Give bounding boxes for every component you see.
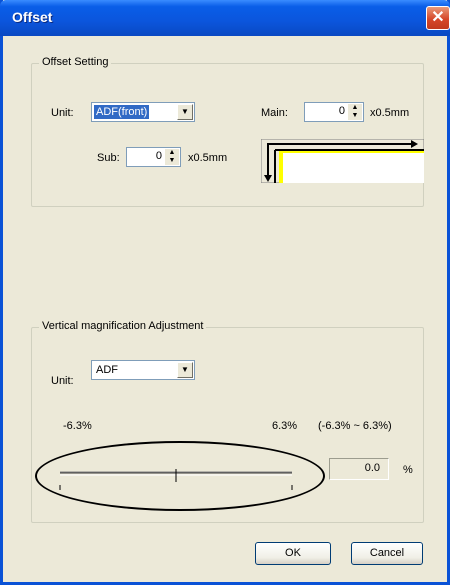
chevron-down-icon[interactable]: ▼ [177, 104, 193, 120]
close-button[interactable]: ✕ [426, 6, 450, 30]
magnification-value-field[interactable]: 0.0 [329, 458, 389, 480]
sub-label: Sub: [97, 152, 120, 164]
magnification-slider[interactable] [57, 463, 295, 497]
chevron-down-icon[interactable]: ▼ [177, 362, 193, 378]
offset-diagram [261, 139, 424, 183]
ok-button[interactable]: OK [255, 542, 331, 565]
close-icon: ✕ [431, 9, 445, 26]
main-offset-value: 0 [338, 105, 345, 117]
offset-unit-value: ADF(front) [94, 105, 150, 119]
magnification-unit-label: Unit: [51, 375, 74, 387]
offset-unit-label: Unit: [51, 107, 74, 119]
spin-arrows-icon[interactable]: ▲ ▼ [165, 149, 179, 165]
main-offset-spinner[interactable]: 0 ▲ ▼ [304, 102, 364, 122]
spin-arrows-icon[interactable]: ▲ ▼ [348, 104, 362, 120]
percent-label: % [403, 464, 413, 476]
sub-unit-label: x0.5mm [188, 152, 228, 164]
cancel-button[interactable]: Cancel [351, 542, 423, 565]
main-label: Main: [261, 107, 288, 119]
dialog-client-area: Offset Setting Unit: ADF(front) ▼ Main: … [3, 36, 447, 582]
magnification-unit-dropdown[interactable]: ADF ▼ [91, 360, 195, 380]
slider-max-label: 6.3% [272, 420, 298, 432]
magnification-unit-value: ADF [96, 364, 118, 376]
slider-range-label: (-6.3% ~ 6.3%) [318, 420, 392, 432]
sub-offset-value: 0 [155, 150, 162, 162]
slider-min-label: -6.3% [63, 420, 92, 432]
offset-setting-title: Offset Setting [39, 56, 112, 68]
offset-setting-group: Offset Setting [31, 56, 424, 207]
window-title: Offset [12, 9, 53, 25]
offset-unit-dropdown[interactable]: ADF(front) ▼ [91, 102, 195, 122]
title-bar[interactable]: Offset ✕ [0, 0, 450, 36]
main-unit-label: x0.5mm [370, 107, 410, 119]
offset-dialog: Offset ✕ Offset Setting Unit: ADF(front)… [0, 0, 450, 585]
vertical-magnification-title: Vertical magnification Adjustment [39, 320, 207, 332]
sub-offset-spinner[interactable]: 0 ▲ ▼ [126, 147, 181, 167]
